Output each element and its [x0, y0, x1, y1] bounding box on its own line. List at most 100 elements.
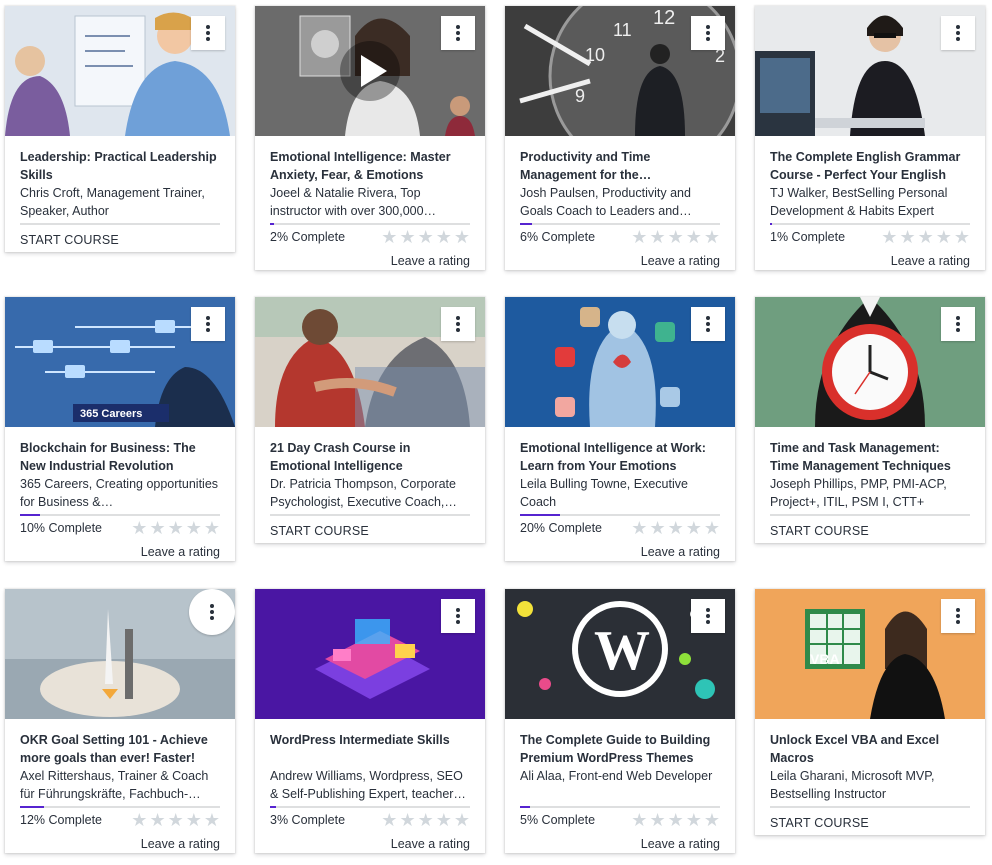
start-course-link[interactable]: START COURSE [770, 524, 869, 538]
course-instructor: Chris Croft, Management Trainer, Speaker… [20, 186, 205, 218]
course-options-button[interactable] [191, 307, 225, 341]
leave-rating-link[interactable]: Leave a rating [520, 835, 720, 853]
more-vert-icon [706, 316, 710, 332]
more-vert-icon [210, 604, 214, 620]
star-icon: ★ [149, 518, 166, 538]
progress-bar [270, 514, 470, 516]
star-icon: ★ [453, 810, 470, 830]
course-options-button[interactable] [941, 599, 975, 633]
course-thumbnail[interactable] [505, 297, 735, 427]
star-icon: ★ [881, 227, 898, 247]
progress-bar [520, 223, 720, 225]
course-instructor: TJ Walker, BestSelling Personal Developm… [770, 186, 948, 218]
course-thumbnail[interactable] [755, 297, 985, 427]
leave-rating-link[interactable]: Leave a rating [520, 252, 720, 270]
rating-stars[interactable]: ★ ★ ★ ★ ★ [631, 228, 720, 246]
star-icon: ★ [131, 518, 148, 538]
svg-text:11: 11 [613, 20, 632, 40]
leave-rating-link[interactable]: Leave a rating [520, 543, 720, 561]
progress-bar [20, 806, 220, 808]
star-icon: ★ [399, 810, 416, 830]
course-title: The Complete English Grammar Course - Pe… [770, 150, 961, 182]
more-vert-icon [956, 316, 960, 332]
star-icon: ★ [381, 227, 398, 247]
course-instructor: Andrew Williams, Wordpress, SEO & Self-P… [270, 769, 466, 801]
course-options-button[interactable] [941, 307, 975, 341]
leave-rating-link[interactable]: Leave a rating [20, 835, 220, 853]
course-options-button[interactable] [441, 307, 475, 341]
course-thumbnail[interactable] [5, 589, 235, 719]
more-vert-icon [456, 316, 460, 332]
course-card[interactable]: 12 11 10 9 2 Productivity and Time Manag… [505, 6, 735, 270]
course-card[interactable]: Emotional Intelligence at Work: Learn fr… [505, 297, 735, 561]
star-icon: ★ [685, 518, 702, 538]
course-options-button[interactable] [691, 599, 725, 633]
course-card[interactable]: Emotional Intelligence: Master Anxiety, … [255, 6, 485, 270]
start-course-link[interactable]: START COURSE [770, 816, 869, 830]
leave-rating-link[interactable]: Leave a rating [270, 252, 470, 270]
start-course-link[interactable]: START COURSE [20, 233, 119, 247]
star-icon: ★ [631, 227, 648, 247]
rating-stars[interactable]: ★ ★ ★ ★ ★ [881, 228, 970, 246]
course-card[interactable]: The Complete English Grammar Course - Pe… [755, 6, 985, 270]
rating-stars[interactable]: ★ ★ ★ ★ ★ [381, 228, 470, 246]
star-icon: ★ [703, 518, 720, 538]
star-icon: ★ [685, 810, 702, 830]
progress-label: 10% Complete [20, 521, 102, 535]
progress-bar [20, 514, 220, 516]
more-vert-icon [456, 25, 460, 41]
course-options-button[interactable] [941, 16, 975, 50]
course-title: Unlock Excel VBA and Excel Macros [770, 733, 940, 765]
course-thumbnail[interactable] [755, 6, 985, 136]
progress-label: 6% Complete [520, 230, 596, 244]
progress-bar [520, 806, 720, 808]
svg-text:W: W [594, 620, 650, 682]
course-card[interactable]: 21 Day Crash Course in Emotional Intelli… [255, 297, 485, 543]
course-thumbnail[interactable]: 365 Careers [5, 297, 235, 427]
star-icon: ★ [435, 810, 452, 830]
course-thumbnail[interactable]: W [505, 589, 735, 719]
course-thumbnail[interactable]: VBA [755, 589, 985, 719]
rating-stars[interactable]: ★ ★ ★ ★ ★ [631, 811, 720, 829]
star-icon: ★ [149, 810, 166, 830]
star-icon: ★ [667, 227, 684, 247]
course-options-button[interactable] [691, 307, 725, 341]
course-thumbnail[interactable] [255, 297, 485, 427]
course-card[interactable]: Time and Task Management: Time Managemen… [755, 297, 985, 543]
course-options-button[interactable] [691, 16, 725, 50]
leave-rating-link[interactable]: Leave a rating [770, 252, 970, 270]
leave-rating-link[interactable]: Leave a rating [20, 543, 220, 561]
rating-stars[interactable]: ★ ★ ★ ★ ★ [131, 519, 220, 537]
course-instructor: Leila Bulling Towne, Executive Coach [520, 477, 688, 509]
course-card[interactable]: WordPress Intermediate Skills Andrew Wil… [255, 589, 485, 853]
play-icon[interactable] [340, 41, 400, 101]
course-thumbnail[interactable]: 12 11 10 9 2 [505, 6, 735, 136]
course-instructor: Josh Paulsen, Productivity and Goals Coa… [520, 186, 692, 218]
course-instructor: Joeel & Natalie Rivera, Top instructor w… [270, 186, 437, 218]
star-icon: ★ [203, 518, 220, 538]
course-thumbnail[interactable] [255, 6, 485, 136]
course-options-button[interactable] [441, 16, 475, 50]
rating-stars[interactable]: ★ ★ ★ ★ ★ [131, 811, 220, 829]
course-thumbnail[interactable] [5, 6, 235, 136]
star-icon: ★ [435, 227, 452, 247]
course-card[interactable]: VBA Unlock Excel VBA and Excel Macros Le… [755, 589, 985, 835]
course-options-button[interactable] [441, 599, 475, 633]
course-thumbnail[interactable] [255, 589, 485, 719]
star-icon: ★ [131, 810, 148, 830]
star-icon: ★ [631, 810, 648, 830]
rating-stars[interactable]: ★ ★ ★ ★ ★ [631, 519, 720, 537]
progress-bar [770, 806, 970, 808]
star-icon: ★ [631, 518, 648, 538]
more-vert-icon [456, 608, 460, 624]
course-card[interactable]: W The Complete Guide to Building Premium… [505, 589, 735, 853]
progress-label: 3% Complete [270, 813, 346, 827]
course-card[interactable]: OKR Goal Setting 101 - Achieve more goal… [5, 589, 235, 853]
course-options-button[interactable] [189, 589, 235, 635]
rating-stars[interactable]: ★ ★ ★ ★ ★ [381, 811, 470, 829]
course-card[interactable]: Leadership: Practical Leadership Skills … [5, 6, 235, 252]
course-card[interactable]: 365 Careers Blockchain for Business: The… [5, 297, 235, 561]
start-course-link[interactable]: START COURSE [270, 524, 369, 538]
leave-rating-link[interactable]: Leave a rating [270, 835, 470, 853]
course-options-button[interactable] [191, 16, 225, 50]
